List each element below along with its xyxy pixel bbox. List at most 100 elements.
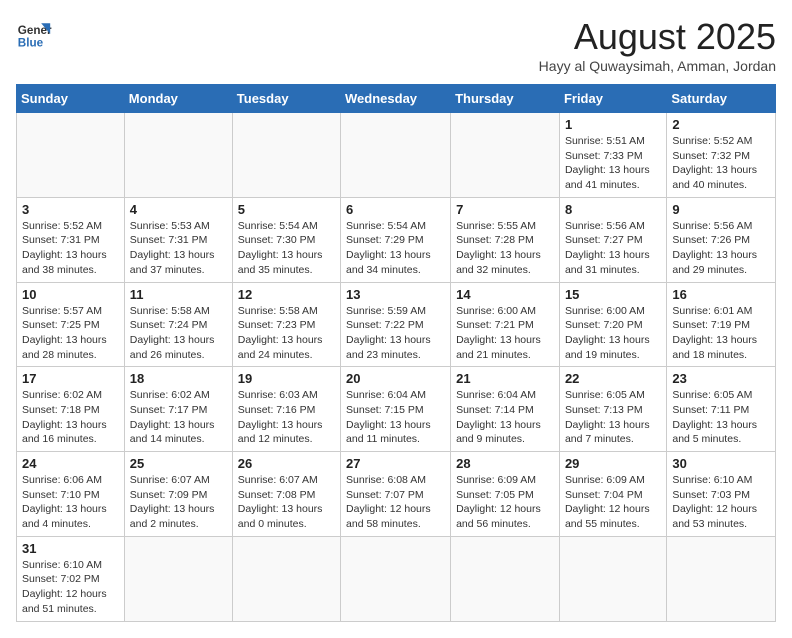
day-info: Sunrise: 6:00 AM Sunset: 7:21 PM Dayligh…	[456, 304, 554, 363]
weekday-header-friday: Friday	[559, 85, 666, 113]
day-number: 8	[565, 202, 661, 217]
day-number: 12	[238, 287, 335, 302]
calendar-cell: 8 Sunrise: 5:56 AM Sunset: 7:27 PM Daylig…	[559, 197, 666, 282]
day-info: Sunrise: 6:03 AM Sunset: 7:16 PM Dayligh…	[238, 388, 335, 447]
calendar-cell: 31Sunrise: 6:10 AM Sunset: 7:02 PM Dayli…	[17, 536, 125, 621]
calendar-title: August 2025	[539, 16, 776, 58]
day-number: 23	[672, 371, 770, 386]
weekday-header-tuesday: Tuesday	[232, 85, 340, 113]
calendar-cell: 30 Sunrise: 6:10 AM Sunset: 7:03 PM Dayli…	[667, 452, 776, 537]
calendar-cell: 15Sunrise: 6:00 AM Sunset: 7:20 PM Dayli…	[559, 282, 666, 367]
calendar-cell: 13 Sunrise: 5:59 AM Sunset: 7:22 PM Dayli…	[341, 282, 451, 367]
day-number: 14	[456, 287, 554, 302]
calendar-cell: 1 Sunrise: 5:51 AM Sunset: 7:33 PM Daylig…	[559, 113, 666, 198]
day-info: Sunrise: 6:02 AM Sunset: 7:18 PM Dayligh…	[22, 388, 119, 447]
logo: General Blue	[16, 16, 52, 52]
calendar-cell: 14 Sunrise: 6:00 AM Sunset: 7:21 PM Dayli…	[451, 282, 560, 367]
day-info: Sunrise: 5:54 AM Sunset: 7:30 PM Dayligh…	[238, 219, 335, 278]
day-number: 1	[565, 117, 661, 132]
calendar-cell: 9 Sunrise: 5:56 AM Sunset: 7:26 PM Daylig…	[667, 197, 776, 282]
day-number: 6	[346, 202, 445, 217]
day-number: 13	[346, 287, 445, 302]
day-number: 5	[238, 202, 335, 217]
calendar-cell: 5 Sunrise: 5:54 AM Sunset: 7:30 PM Daylig…	[232, 197, 340, 282]
day-number: 9	[672, 202, 770, 217]
day-info: Sunrise: 5:51 AM Sunset: 7:33 PM Dayligh…	[565, 134, 661, 193]
calendar-cell: 10 Sunrise: 5:57 AM Sunset: 7:25 PM Dayli…	[17, 282, 125, 367]
day-info: Sunrise: 6:07 AM Sunset: 7:09 PM Dayligh…	[130, 473, 227, 532]
day-info: Sunrise: 6:06 AM Sunset: 7:10 PM Dayligh…	[22, 473, 119, 532]
day-info: Sunrise: 6:00 AM Sunset: 7:20 PM Dayligh…	[565, 304, 661, 363]
calendar-cell	[559, 536, 666, 621]
page-header: General Blue August 2025 Hayy al Quwaysi…	[16, 16, 776, 74]
weekday-header-row: SundayMondayTuesdayWednesdayThursdayFrid…	[17, 85, 776, 113]
day-number: 20	[346, 371, 445, 386]
week-row-4: 17 Sunrise: 6:02 AM Sunset: 7:18 PM Dayli…	[17, 367, 776, 452]
day-info: Sunrise: 5:52 AM Sunset: 7:31 PM Dayligh…	[22, 219, 119, 278]
day-number: 19	[238, 371, 335, 386]
day-info: Sunrise: 5:57 AM Sunset: 7:25 PM Dayligh…	[22, 304, 119, 363]
calendar-cell: 20 Sunrise: 6:04 AM Sunset: 7:15 PM Dayli…	[341, 367, 451, 452]
day-number: 10	[22, 287, 119, 302]
calendar-cell	[232, 536, 340, 621]
day-info: Sunrise: 6:08 AM Sunset: 7:07 PM Dayligh…	[346, 473, 445, 532]
day-info: Sunrise: 5:56 AM Sunset: 7:26 PM Dayligh…	[672, 219, 770, 278]
day-info: Sunrise: 6:02 AM Sunset: 7:17 PM Dayligh…	[130, 388, 227, 447]
day-info: Sunrise: 6:04 AM Sunset: 7:15 PM Dayligh…	[346, 388, 445, 447]
day-info: Sunrise: 5:55 AM Sunset: 7:28 PM Dayligh…	[456, 219, 554, 278]
day-info: Sunrise: 6:10 AM Sunset: 7:03 PM Dayligh…	[672, 473, 770, 532]
day-info: Sunrise: 5:58 AM Sunset: 7:24 PM Dayligh…	[130, 304, 227, 363]
calendar-cell	[124, 536, 232, 621]
calendar-cell: 3 Sunrise: 5:52 AM Sunset: 7:31 PM Daylig…	[17, 197, 125, 282]
calendar-cell: 21 Sunrise: 6:04 AM Sunset: 7:14 PM Dayli…	[451, 367, 560, 452]
week-row-5: 24 Sunrise: 6:06 AM Sunset: 7:10 PM Dayli…	[17, 452, 776, 537]
calendar-cell: 28Sunrise: 6:09 AM Sunset: 7:05 PM Dayli…	[451, 452, 560, 537]
calendar-cell	[124, 113, 232, 198]
day-number: 21	[456, 371, 554, 386]
week-row-2: 3 Sunrise: 5:52 AM Sunset: 7:31 PM Daylig…	[17, 197, 776, 282]
calendar-cell: 27Sunrise: 6:08 AM Sunset: 7:07 PM Dayli…	[341, 452, 451, 537]
day-number: 2	[672, 117, 770, 132]
day-number: 25	[130, 456, 227, 471]
day-number: 28	[456, 456, 554, 471]
day-info: Sunrise: 6:09 AM Sunset: 7:04 PM Dayligh…	[565, 473, 661, 532]
calendar-cell: 4 Sunrise: 5:53 AM Sunset: 7:31 PM Daylig…	[124, 197, 232, 282]
week-row-1: 1 Sunrise: 5:51 AM Sunset: 7:33 PM Daylig…	[17, 113, 776, 198]
day-info: Sunrise: 6:07 AM Sunset: 7:08 PM Dayligh…	[238, 473, 335, 532]
svg-text:Blue: Blue	[18, 37, 44, 50]
day-number: 31	[22, 541, 119, 556]
calendar-cell	[341, 113, 451, 198]
calendar-cell	[17, 113, 125, 198]
weekday-header-sunday: Sunday	[17, 85, 125, 113]
day-number: 29	[565, 456, 661, 471]
calendar-cell: 7 Sunrise: 5:55 AM Sunset: 7:28 PM Daylig…	[451, 197, 560, 282]
day-number: 24	[22, 456, 119, 471]
title-area: August 2025 Hayy al Quwaysimah, Amman, J…	[539, 16, 776, 74]
calendar-cell	[451, 536, 560, 621]
calendar-cell: 17 Sunrise: 6:02 AM Sunset: 7:18 PM Dayli…	[17, 367, 125, 452]
day-info: Sunrise: 5:53 AM Sunset: 7:31 PM Dayligh…	[130, 219, 227, 278]
calendar-cell: 16Sunrise: 6:01 AM Sunset: 7:19 PM Dayli…	[667, 282, 776, 367]
calendar-cell: 19 Sunrise: 6:03 AM Sunset: 7:16 PM Dayli…	[232, 367, 340, 452]
weekday-header-saturday: Saturday	[667, 85, 776, 113]
week-row-6: 31Sunrise: 6:10 AM Sunset: 7:02 PM Dayli…	[17, 536, 776, 621]
day-number: 17	[22, 371, 119, 386]
day-number: 4	[130, 202, 227, 217]
day-info: Sunrise: 5:56 AM Sunset: 7:27 PM Dayligh…	[565, 219, 661, 278]
calendar-cell	[451, 113, 560, 198]
day-info: Sunrise: 5:52 AM Sunset: 7:32 PM Dayligh…	[672, 134, 770, 193]
calendar-cell: 24 Sunrise: 6:06 AM Sunset: 7:10 PM Dayli…	[17, 452, 125, 537]
day-number: 30	[672, 456, 770, 471]
day-number: 3	[22, 202, 119, 217]
day-info: Sunrise: 5:59 AM Sunset: 7:22 PM Dayligh…	[346, 304, 445, 363]
calendar-cell: 11Sunrise: 5:58 AM Sunset: 7:24 PM Dayli…	[124, 282, 232, 367]
day-info: Sunrise: 6:05 AM Sunset: 7:13 PM Dayligh…	[565, 388, 661, 447]
day-number: 16	[672, 287, 770, 302]
calendar-cell: 23Sunrise: 6:05 AM Sunset: 7:11 PM Dayli…	[667, 367, 776, 452]
calendar-cell: 29 Sunrise: 6:09 AM Sunset: 7:04 PM Dayli…	[559, 452, 666, 537]
day-info: Sunrise: 6:04 AM Sunset: 7:14 PM Dayligh…	[456, 388, 554, 447]
day-number: 7	[456, 202, 554, 217]
day-number: 26	[238, 456, 335, 471]
calendar-cell: 12Sunrise: 5:58 AM Sunset: 7:23 PM Dayli…	[232, 282, 340, 367]
weekday-header-monday: Monday	[124, 85, 232, 113]
